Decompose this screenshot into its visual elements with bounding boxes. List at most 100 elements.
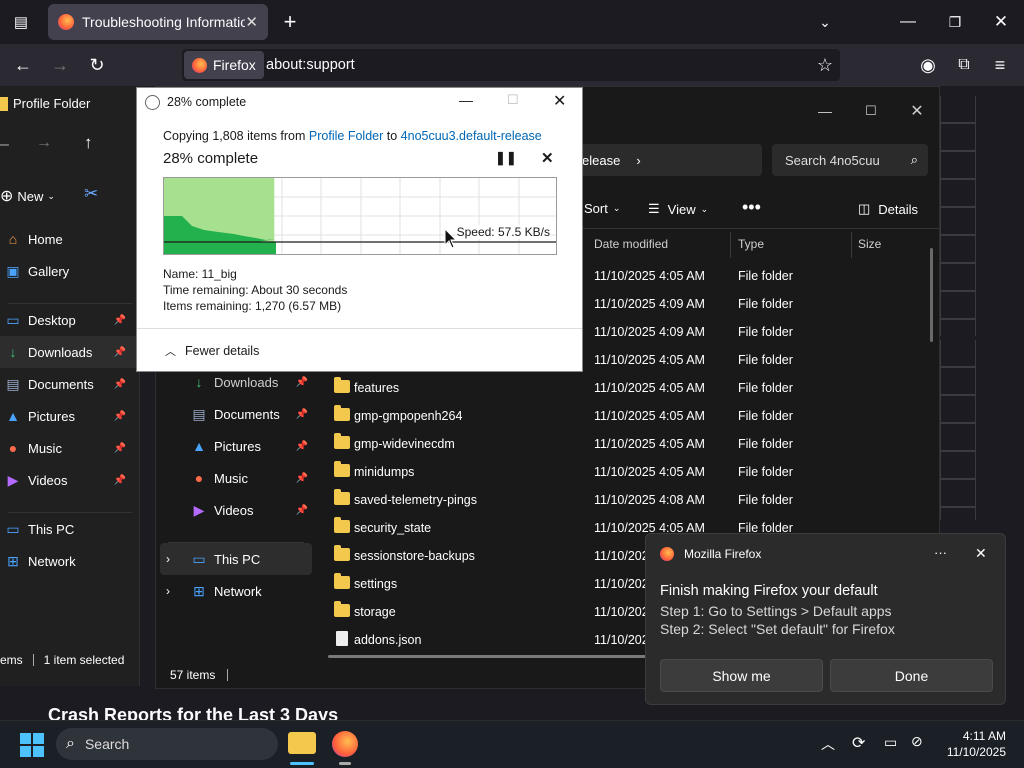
column-type[interactable]: Type [738,237,764,251]
sync-icon[interactable]: ⟳ [852,733,865,753]
cut-icon[interactable]: ✂ [84,184,98,204]
file-row[interactable]: gmp-widevinecdm 11/10/2025 4:05 AM File fo… [330,430,940,458]
nav-item-pictures[interactable]: ▲ Pictures 📌 [0,400,140,432]
menu-icon[interactable]: ≡ [985,50,1015,80]
nav-item-videos[interactable]: ▶ Videos 📌 [0,464,140,496]
chevron-right-icon[interactable]: › [166,584,190,598]
tab-list-icon[interactable]: ▤ [6,7,36,37]
tree-label: Pictures [214,438,261,454]
start-button[interactable] [20,733,44,757]
nav-label: Desktop [28,312,76,328]
new-tab-icon[interactable]: + [275,7,305,37]
sort-button[interactable]: Sort ⌄ [584,201,620,216]
nav-item-gallery[interactable]: ▣ Gallery [0,255,140,287]
nav-item-downloads[interactable]: ↓ Downloads 📌 [0,336,140,368]
tree-label: This PC [214,551,261,567]
view-button[interactable]: ☰ View ⌄ [648,201,708,217]
pause-icon[interactable]: ❚❚ [495,150,517,166]
column-size[interactable]: Size [858,237,881,251]
column-date-modified[interactable]: Date modified [594,237,668,251]
nav-label: This PC [28,521,75,537]
display-icon[interactable]: ▭ [884,734,897,751]
forward-icon[interactable]: → [45,50,75,80]
forward-icon[interactable]: → [36,134,52,152]
tab-troubleshooting[interactable]: Troubleshooting Information ✕ [48,4,268,40]
chevron-down-icon[interactable]: ⌄ [810,7,840,37]
fewer-details-button[interactable]: ︿ Fewer details [165,343,259,359]
nav-item-music[interactable]: ● Music 📌 [0,432,140,464]
file-explorer-taskbar-icon[interactable] [288,732,316,754]
show-me-button[interactable]: Show me [660,659,823,692]
more-options-icon[interactable]: ••• [742,197,761,218]
close-icon[interactable]: ✕ [902,96,932,126]
videos-icon: ▶ [7,471,19,488]
search-input[interactable]: Search 4no5cuu [785,153,911,168]
nav-item-network[interactable]: ⊞ Network [0,545,140,577]
horizontal-scrollbar[interactable] [328,655,658,658]
maximize-icon[interactable]: ❐ [940,7,970,37]
minimize-icon[interactable]: — [810,96,840,126]
account-icon[interactable]: ◉ [913,50,943,80]
network-status-icon[interactable]: ⊘ [911,733,923,750]
nav-label: Home [28,231,63,247]
pin-icon: 📌 [113,410,126,422]
file-name: security_state [354,521,432,535]
music-icon: ● [8,440,18,456]
reload-icon[interactable]: ↻ [82,50,112,80]
source-link[interactable]: Profile Folder [309,129,383,143]
maximize-icon[interactable]: ☐ [856,96,886,126]
minimize-icon[interactable]: — [893,7,923,37]
cancel-icon[interactable]: ✕ [541,149,554,167]
extensions-icon[interactable]: ⧉ [949,50,979,80]
search-box[interactable]: Search 4no5cuu ⌕ [772,144,928,176]
tree-item-music[interactable]: ● Music 📌 [160,462,312,494]
file-date: 11/10/202 [594,549,649,563]
done-button[interactable]: Done [830,659,993,692]
file-type: File folder [738,493,793,507]
taskbar-search[interactable]: ⌕ Search [56,728,278,760]
firefox-taskbar-icon[interactable] [332,731,358,757]
nav-item-this-pc[interactable]: ▭ This PC [0,513,140,545]
tree-item-pictures[interactable]: ▲ Pictures 📌 [160,430,312,462]
close-window-icon[interactable]: ✕ [986,7,1016,37]
taskbar-clock[interactable]: 4:11 AM 11/10/2025 [936,728,1006,760]
nav-item-documents[interactable]: ▤ Documents 📌 [0,368,140,400]
chevron-right-icon[interactable]: › [166,552,190,566]
file-name: storage [354,605,396,619]
back-arrow-icon[interactable]: – [0,136,9,154]
status-count: 57 items [170,668,216,682]
url-text[interactable]: about:support [266,57,355,73]
file-date: 11/10/2025 4:05 AM [594,381,705,395]
identity-chip[interactable]: Firefox [184,51,264,79]
more-options-icon[interactable]: ··· [934,545,947,560]
tree-item-videos[interactable]: ▶ Videos 📌 [160,494,312,526]
nav-label: Music [28,440,62,456]
new-button[interactable]: ⊕ New ⌄ [0,186,55,206]
close-tab-icon[interactable]: ✕ [245,13,258,31]
file-row[interactable]: minidumps 11/10/2025 4:05 AM File folder [330,458,940,486]
minimize-icon[interactable]: — [459,92,473,108]
file-row[interactable]: saved-telemetry-pings 11/10/2025 4:08 AM F… [330,486,940,514]
bookmark-star-icon[interactable]: ☆ [810,50,840,80]
details-button[interactable]: ◫ Details [858,201,918,217]
address-bar[interactable]: elease › [560,144,762,176]
close-icon[interactable]: ✕ [553,91,566,111]
back-icon[interactable]: ← [8,50,38,80]
nav-label: Videos [28,472,68,488]
destination-link[interactable]: 4no5cuu3.default-release [401,129,542,143]
close-icon[interactable]: ✕ [975,545,987,562]
file-type: File folder [738,325,793,339]
nav-item-home[interactable]: ⌂ Home [0,223,140,255]
tree-item-this-pc[interactable]: › ▭ This PC [160,543,312,575]
dialog-titlebar: 28% complete — ☐ ✕ [137,88,582,116]
tree-item-network[interactable]: › ⊞ Network [160,575,312,607]
nav-item-desktop[interactable]: ▭ Desktop 📌 [0,304,140,336]
chevron-up-icon[interactable]: ︿ [821,734,835,754]
tab-title: Troubleshooting Information [82,14,246,30]
up-arrow-icon[interactable]: ↑ [84,133,93,153]
back-status-bar: ems 1 item selected [0,653,124,667]
page-table-fragment [940,340,976,520]
file-row[interactable]: features 11/10/2025 4:05 AM File folder [330,374,940,402]
tree-item-documents[interactable]: ▤ Documents 📌 [160,398,312,430]
file-row[interactable]: gmp-gmpopenh264 11/10/2025 4:05 AM File fo… [330,402,940,430]
